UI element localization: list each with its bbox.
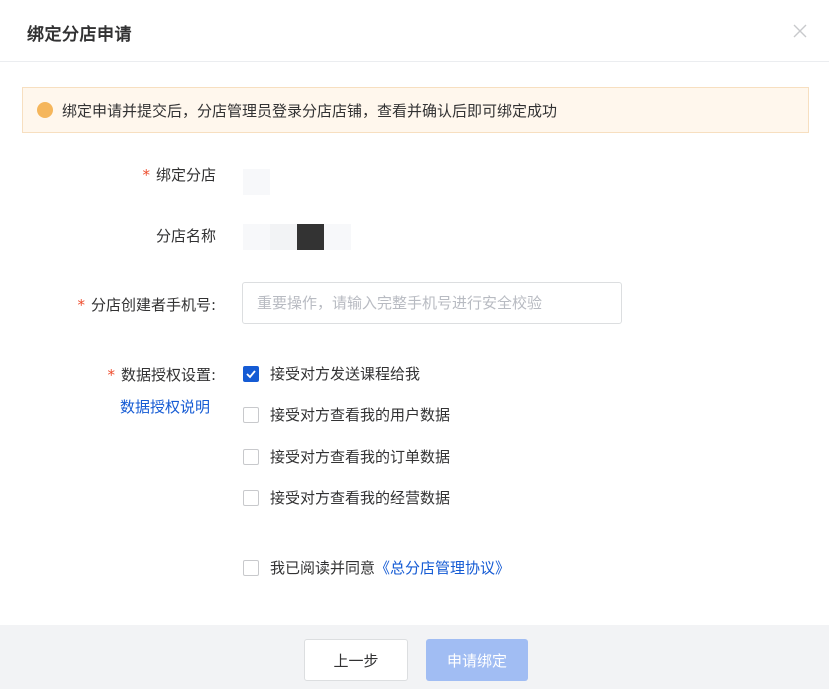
checkbox[interactable] (243, 489, 259, 506)
auth-option-label: 接受对方查看我的用户数据 (270, 406, 451, 424)
branch-label-text: 绑定分店 (155, 166, 216, 184)
auth-explanation-link[interactable]: 数据授权说明 (120, 396, 210, 417)
phone-label: * 分店创建者手机号: (77, 294, 216, 315)
required-mark: * (77, 296, 85, 314)
branch-name-label: 分店名称 (155, 227, 216, 245)
branch-label: * 绑定分店 (142, 164, 216, 185)
agreement-checkbox[interactable] (243, 559, 259, 576)
auth-option-label: 接受对方查看我的订单数据 (270, 448, 451, 466)
auth-option-send-course[interactable]: 接受对方发送课程给我 (243, 363, 420, 384)
checkbox-checked[interactable] (243, 365, 259, 382)
auth-option-label: 接受对方发送课程给我 (270, 365, 421, 383)
agreement-link[interactable]: 《总分店管理协议》 (375, 559, 510, 577)
agreement-prefix: 我已阅读并同意 (270, 559, 376, 577)
checkbox[interactable] (243, 406, 259, 423)
prev-step-button[interactable]: 上一步 (304, 639, 408, 681)
required-mark: * (107, 366, 115, 384)
close-icon[interactable] (791, 22, 809, 40)
branch-name-redacted (324, 224, 351, 250)
branch-name-redacted (297, 224, 324, 250)
auth-option-business-data[interactable]: 接受对方查看我的经营数据 (243, 487, 450, 508)
dialog-footer: 上一步 申请绑定 (0, 625, 829, 689)
agreement-row[interactable]: 我已阅读并同意《总分店管理协议》 (243, 557, 510, 578)
checkbox[interactable] (243, 448, 259, 465)
branch-name-redacted (270, 224, 297, 250)
phone-input[interactable] (242, 282, 622, 324)
branch-name-redacted (243, 224, 270, 250)
info-dot-icon (37, 102, 53, 118)
branch-value-redacted (243, 169, 270, 195)
notice-text: 绑定申请并提交后，分店管理员登录分店店铺，查看并确认后即可绑定成功 (62, 101, 558, 120)
auth-option-label: 接受对方查看我的经营数据 (270, 489, 451, 507)
auth-label: * 数据授权设置: (107, 364, 216, 385)
dialog-header: 绑定分店申请 (0, 0, 829, 62)
bind-branch-dialog: 绑定分店申请 绑定申请并提交后，分店管理员登录分店店铺，查看并确认后即可绑定成功… (0, 0, 829, 689)
auth-option-user-data[interactable]: 接受对方查看我的用户数据 (243, 404, 450, 425)
required-mark: * (142, 166, 150, 184)
phone-label-text: 分店创建者手机号: (90, 296, 216, 314)
agreement-text: 我已阅读并同意《总分店管理协议》 (270, 557, 510, 578)
auth-option-order-data[interactable]: 接受对方查看我的订单数据 (243, 446, 450, 467)
auth-label-text: 数据授权设置: (120, 366, 216, 384)
apply-bind-button[interactable]: 申请绑定 (426, 639, 528, 681)
notice-banner: 绑定申请并提交后，分店管理员登录分店店铺，查看并确认后即可绑定成功 (22, 87, 809, 133)
dialog-title: 绑定分店申请 (27, 25, 132, 45)
